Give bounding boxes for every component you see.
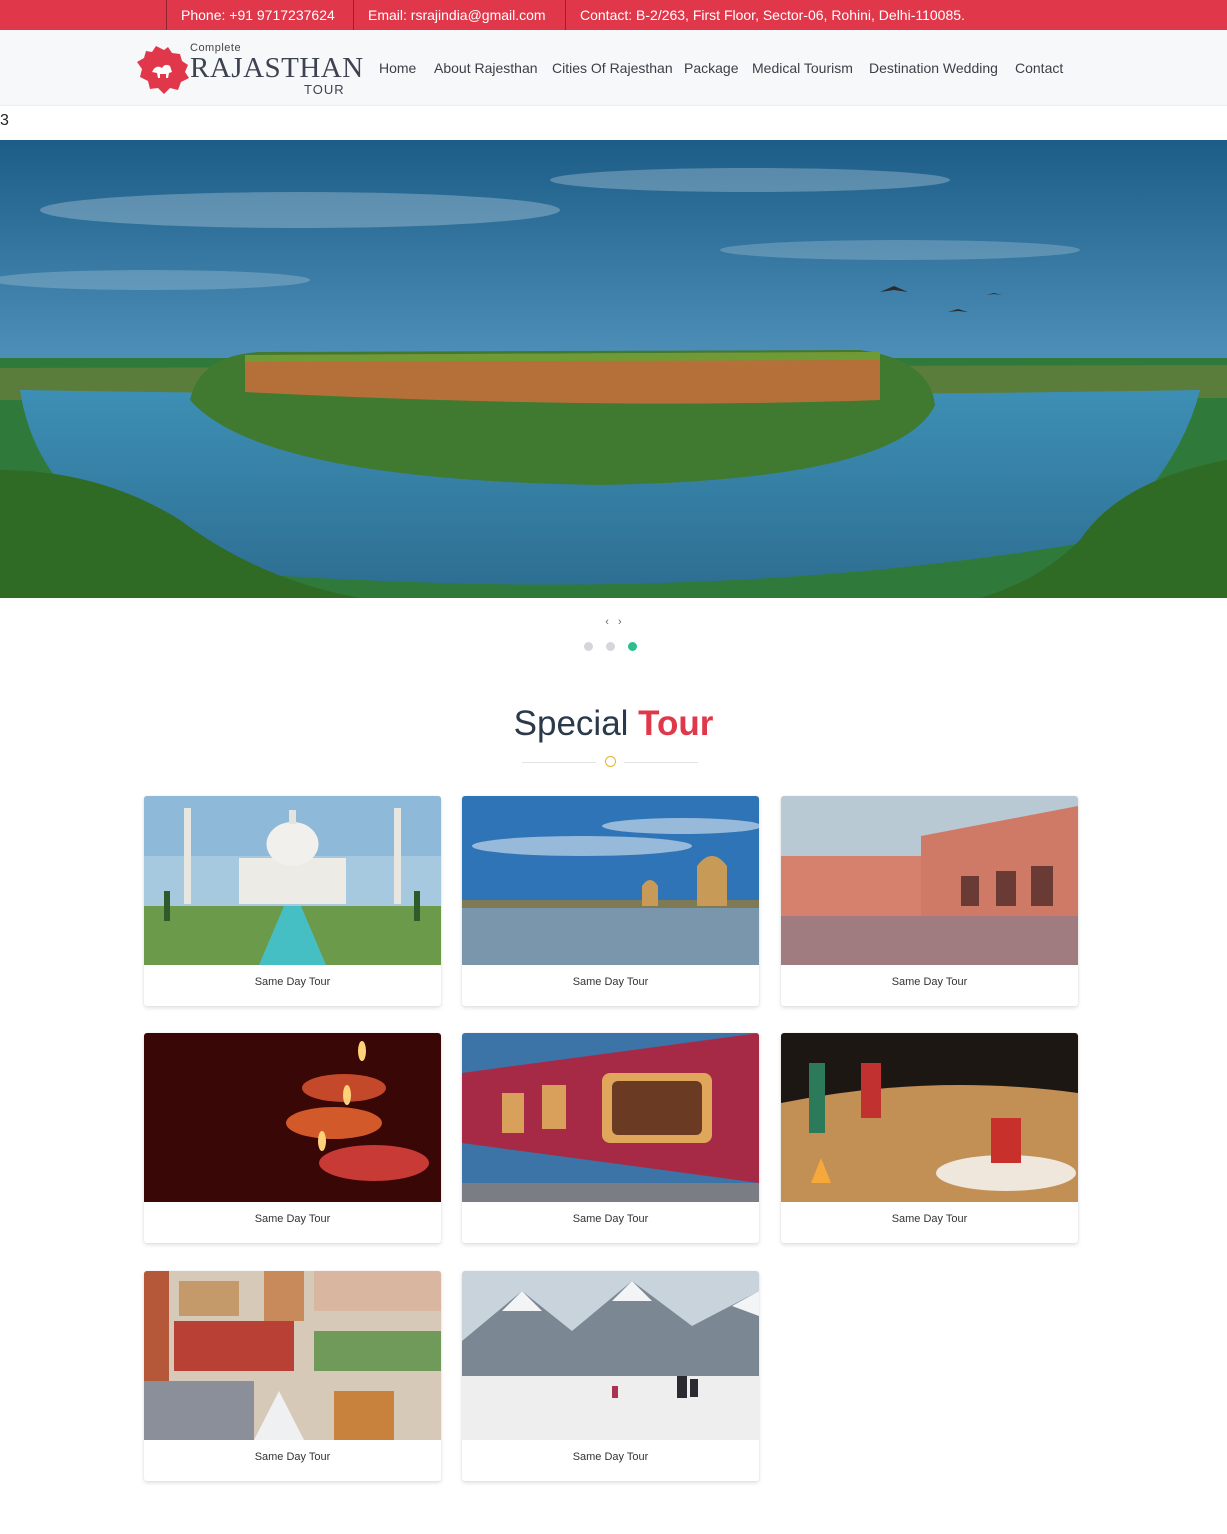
heading-divider — [522, 756, 698, 768]
snow-mountains-image — [462, 1271, 759, 1440]
rajasthan-map-icon — [137, 46, 189, 94]
topbar-email[interactable]: Email: rsrajindia@gmail.com — [353, 0, 560, 30]
tour-card[interactable]: Same Day Tour — [462, 1033, 759, 1243]
diya-lamps-image — [144, 1033, 441, 1202]
logo-rajasthan-text: RAJASTHAN — [190, 52, 364, 84]
tour-card[interactable]: Same Day Tour — [462, 1271, 759, 1481]
heading-part-tour: Tour — [638, 704, 714, 743]
tour-card[interactable]: Same Day Tour — [144, 1033, 441, 1243]
nav-destination-wedding[interactable]: Destination Wedding — [869, 60, 998, 76]
nav-contact[interactable]: Contact — [1015, 60, 1063, 76]
nav-medical-tourism[interactable]: Medical Tourism — [752, 60, 853, 76]
topbar-phone[interactable]: Phone: +91 9717237624 — [166, 0, 349, 30]
divider-ring-icon — [605, 756, 616, 767]
slider-next-arrow[interactable]: › — [618, 616, 622, 628]
tour-card-caption: Same Day Tour — [891, 976, 968, 988]
nav-package[interactable]: Package — [684, 60, 738, 76]
hero-slider-image — [0, 140, 1227, 598]
royal-train-image — [462, 1033, 759, 1202]
tour-card[interactable]: Same Day Tour — [144, 796, 441, 1006]
tour-card[interactable]: Same Day Tour — [462, 796, 759, 1006]
city-palace-image — [781, 796, 1078, 965]
tour-card[interactable]: Same Day Tour — [781, 796, 1078, 1006]
logo-tour-text: TOUR — [304, 82, 345, 97]
topbar-contact-address: Contact: B-2/263, First Floor, Sector-06… — [565, 0, 979, 30]
nav-about-rajesthan[interactable]: About Rajesthan — [434, 60, 538, 76]
delhi-collage-image — [144, 1271, 441, 1440]
tour-card-caption: Same Day Tour — [572, 976, 649, 988]
tour-card[interactable]: Same Day Tour — [144, 1271, 441, 1481]
tour-card-caption: Same Day Tour — [572, 1213, 649, 1225]
slider-prev-arrow[interactable]: ‹ — [605, 616, 609, 628]
top-contact-bar: Phone: +91 9717237624 Email: rsrajindia@… — [0, 0, 1227, 30]
slider-dot[interactable] — [584, 642, 593, 651]
slider-arrows: ‹ › — [0, 616, 1227, 628]
taj-mahal-image — [144, 796, 441, 965]
stray-text: 3 — [0, 112, 9, 129]
nav-cities-of-rajesthan[interactable]: Cities Of Rajesthan — [552, 60, 673, 76]
tour-card-caption: Same Day Tour — [254, 1451, 331, 1463]
slider-dot-active[interactable] — [628, 642, 637, 651]
tour-card-caption: Same Day Tour — [572, 1451, 649, 1463]
tour-card-caption: Same Day Tour — [254, 976, 331, 988]
tour-card-caption: Same Day Tour — [254, 1213, 331, 1225]
main-navbar: Complete RAJASTHAN TOUR Home About Rajes… — [0, 30, 1227, 106]
heading-part-special: Special — [513, 704, 629, 743]
tour-card[interactable]: Same Day Tour — [781, 1033, 1078, 1243]
lake-palace-image — [462, 796, 759, 965]
desert-camp-image — [781, 1033, 1078, 1202]
tour-card-caption: Same Day Tour — [891, 1213, 968, 1225]
special-tour-heading: Special Tour — [0, 704, 1227, 744]
slider-dot[interactable] — [606, 642, 615, 651]
nav-home[interactable]: Home — [379, 60, 416, 76]
site-logo[interactable]: Complete RAJASTHAN TOUR — [136, 40, 363, 100]
